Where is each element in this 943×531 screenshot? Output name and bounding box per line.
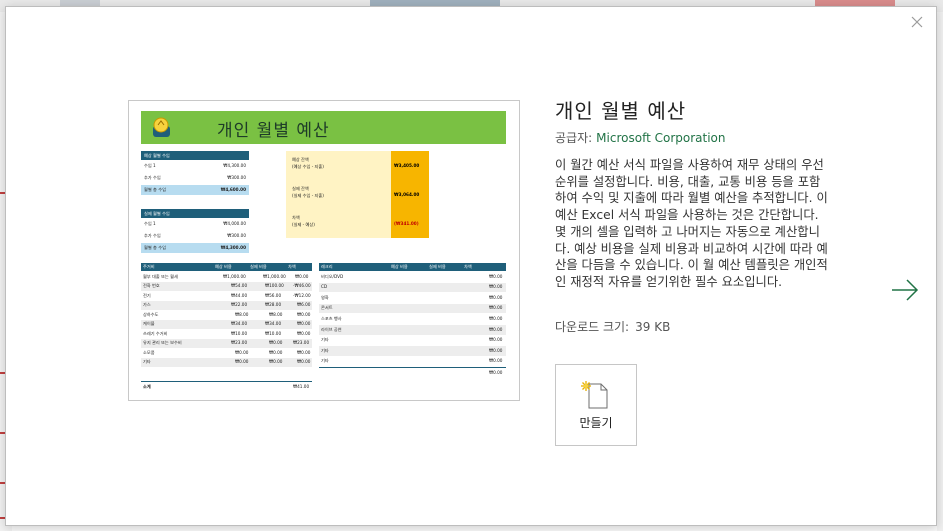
balance-summary: 예상 잔액 (예상 수입 - 지출) ₩3,405.00 실제 잔액 (실제 수… <box>286 151 429 238</box>
table-row: 스포츠 행사 ₩0.00 <box>321 315 503 321</box>
table-row: 유지 관리 또는 보수비 ₩23.00 ₩0.00 ₩23.00 <box>141 338 312 348</box>
actual-income-header: 실제 월별 수입 <box>144 210 170 216</box>
table-row: 기타 ₩0.00 <box>321 358 503 364</box>
create-button[interactable]: 만들기 <box>555 364 637 446</box>
table-row: 수입 1 ₩4,300.00 <box>144 163 246 168</box>
table-row: 쓰레기 수거비 ₩10.00 ₩10.00 ₩0.00 <box>143 330 311 336</box>
table-row: 추가 수입 ₩300.00 <box>144 175 246 180</box>
table-row: 상하수도 ₩8.00 ₩8.00 ₩0.00 <box>143 311 311 317</box>
table-row: 전화 번호 ₩54.00 ₩100.00 -₩46.00 <box>141 281 312 291</box>
table-row: 기타 ₩0.00 <box>319 346 506 356</box>
download-size-value: 39 KB <box>635 320 671 334</box>
difference-value: (₩341.00) <box>391 209 429 238</box>
expected-balance-value: ₩3,405.00 <box>391 151 429 180</box>
template-thumbnail: 개인 월별 예산 예상 월별 수입 수입 1 ₩4,300.00 추가 수입 ₩30… <box>128 100 520 401</box>
table-row: 수입 1 ₩4,000.00 <box>144 221 246 226</box>
thumbnail-title: 개인 월별 예산 <box>217 121 330 141</box>
provider-label: 공급자: <box>555 131 593 145</box>
template-preview-dialog: 개인 월별 예산 예상 월별 수입 수입 1 ₩4,300.00 추가 수입 ₩30… <box>5 6 937 526</box>
actual-income-block: 실제 월별 수입 수입 1 ₩4,000.00 추가 수입 ₩300.00 월별 총… <box>141 209 249 254</box>
backdrop-right-strip <box>937 12 943 531</box>
entertainment-subtotal-row: ₩0.00 <box>319 367 506 377</box>
template-description: 이 월간 예산 서식 파일을 사용하여 재무 상태의 우선 순위를 설정합니다.… <box>555 158 828 289</box>
table-row: 월별 총 수입 ₩4,600.00 <box>141 185 249 195</box>
housing-subtotal-row: 소계 ₩41.00 <box>141 381 312 391</box>
table-row: 기타 ₩0.00 <box>321 337 503 343</box>
new-document-icon <box>581 381 608 409</box>
thumbnail-banner: 개인 월별 예산 <box>141 111 506 144</box>
table-row: 가스 ₩22.00 ₩28.00 ₩6.00 <box>141 300 312 310</box>
table-row: 콘서트 ₩0.00 <box>319 303 506 314</box>
table-row: 월별 총 수입 ₩4,300.00 <box>141 243 249 253</box>
next-template-arrow-icon[interactable] <box>890 277 920 303</box>
table-row: 월부 대출 또는 월세 ₩1,000.00 ₩1,000.00 ₩0.00 <box>143 273 309 279</box>
provider-name: Microsoft Corporation <box>596 131 726 145</box>
template-title: 개인 월별 예산 <box>555 99 687 123</box>
expected-income-header: 예상 월별 수입 <box>144 152 170 158</box>
table-row: 영화 ₩0.00 <box>321 294 503 300</box>
close-icon[interactable] <box>909 14 925 30</box>
table-row: 라이브 공연 ₩0.00 <box>319 325 506 335</box>
housing-expense-table: 주거비 예상 비용 실제 비용 차액 월부 대출 또는 월세 ₩1,000.00 ₩… <box>141 263 312 391</box>
table-row: CD ₩0.00 <box>319 282 506 293</box>
table-row: 추가 수입 ₩300.00 <box>144 233 246 238</box>
table-row: 기타 ₩0.00 ₩0.00 ₩0.00 <box>141 357 312 367</box>
coin-icon <box>153 117 170 137</box>
expected-income-block: 예상 월별 수입 수입 1 ₩4,300.00 추가 수입 ₩300.00 월별 총… <box>141 151 249 196</box>
table-row: 비디오/DVD ₩0.00 <box>321 273 503 279</box>
table-row: 케이블 ₩34.00 ₩34.00 ₩0.00 <box>141 319 312 329</box>
table-row: 전기 ₩44.00 ₩56.00 -₩12.00 <box>143 292 311 298</box>
create-button-label: 만들기 <box>579 416 613 430</box>
download-size-line: 다운로드 크기: 39 KB <box>555 318 670 335</box>
actual-balance-value: ₩3,064.00 <box>391 180 429 209</box>
download-size-label: 다운로드 크기: <box>555 320 630 334</box>
entertainment-expense-table: 레크리 예상 비용 실제 비용 차액 비디오/DVD ₩0.00 CD ₩0.00 … <box>319 263 506 393</box>
provider-line: 공급자: Microsoft Corporation <box>555 129 725 146</box>
table-row: 소모품 ₩0.00 ₩0.00 ₩0.00 <box>143 349 311 355</box>
